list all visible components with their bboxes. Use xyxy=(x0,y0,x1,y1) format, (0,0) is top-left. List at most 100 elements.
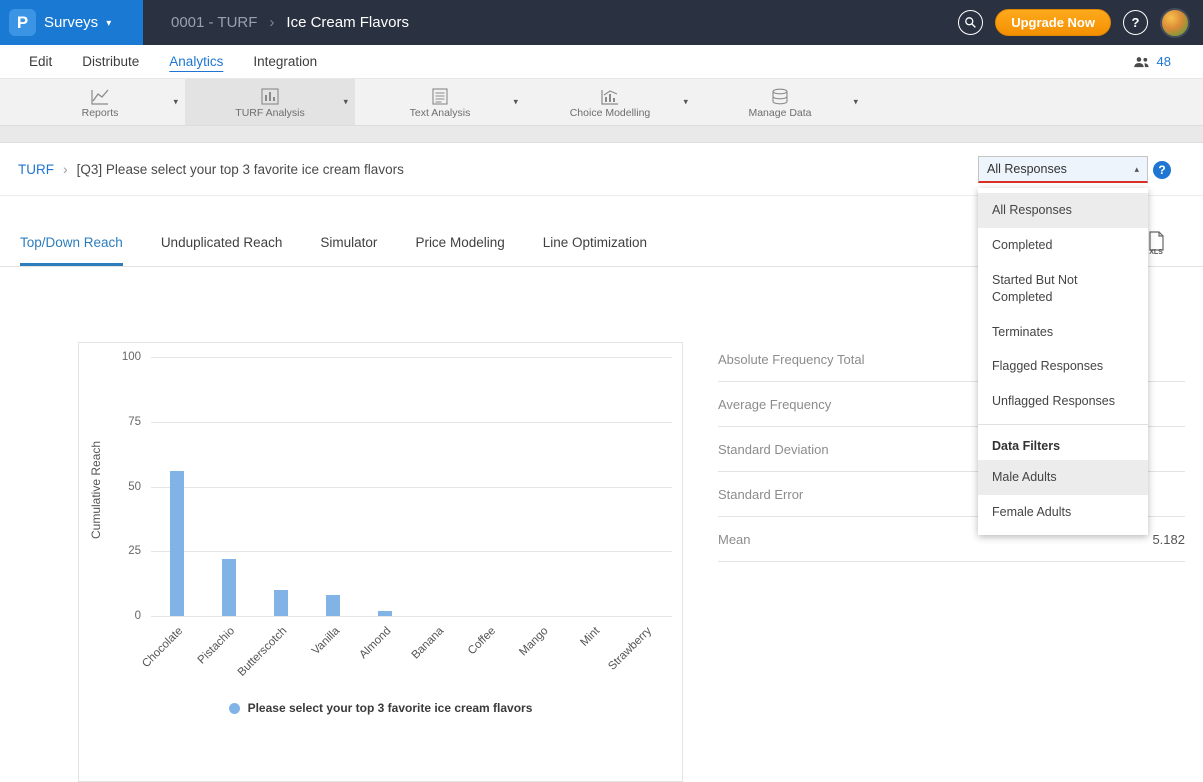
search-icon xyxy=(964,16,977,29)
x-axis-label: Coffee xyxy=(466,625,498,657)
y-tick-label: 75 xyxy=(105,416,141,428)
questionpro-logo: P xyxy=(9,9,36,36)
x-axis-label: Mango xyxy=(517,625,550,658)
x-axis-label: Pistachio xyxy=(196,625,237,666)
upgrade-now-button[interactable]: Upgrade Now xyxy=(995,9,1111,36)
survey-nav: Edit Distribute Analytics Integration 48 xyxy=(0,45,1203,79)
toolbar-item-text-analysis[interactable]: Text Analysis ▾ xyxy=(355,79,525,125)
search-button[interactable] xyxy=(958,10,983,35)
toolbar-item-reports[interactable]: Reports ▾ xyxy=(15,79,185,125)
text-analysis-caret-icon[interactable]: ▾ xyxy=(513,97,518,108)
people-icon xyxy=(1133,55,1150,69)
stat-label: Mean xyxy=(718,532,751,547)
bar-chocolate[interactable] xyxy=(170,471,184,616)
legend-dot-icon xyxy=(229,703,240,714)
tab-simulator[interactable]: Simulator xyxy=(320,235,377,266)
bar-chart-icon xyxy=(260,86,280,106)
y-tick-label: 0 xyxy=(105,610,141,622)
tab-price-modeling[interactable]: Price Modeling xyxy=(415,235,504,266)
chart-trend-icon xyxy=(600,86,620,106)
y-tick-label: 100 xyxy=(105,351,141,363)
turf-caret-icon[interactable]: ▾ xyxy=(343,97,348,108)
respondent-count: 48 xyxy=(1157,54,1171,69)
x-axis-label: Mint xyxy=(578,625,602,649)
x-axis-label: Banana xyxy=(410,625,447,662)
xls-label: XLS xyxy=(1149,249,1163,256)
chart-plot: 0255075100 xyxy=(151,357,672,616)
surveys-menu[interactable]: P Surveys ▾ xyxy=(0,0,143,45)
tab-unduplicated-reach[interactable]: Unduplicated Reach xyxy=(161,235,283,266)
export-xls-button[interactable]: XLS xyxy=(1147,231,1165,256)
topbar-breadcrumb: 0001 - TURF › Ice Cream Flavors xyxy=(171,14,409,31)
toolbar-label-choice-modelling: Choice Modelling xyxy=(570,107,651,119)
x-axis-label: Strawberry xyxy=(607,625,655,673)
chevron-down-icon: ▾ xyxy=(106,18,111,29)
x-axis-label: Vanilla xyxy=(310,625,342,657)
chevron-right-icon: › xyxy=(269,14,274,31)
choice-modelling-caret-icon[interactable]: ▾ xyxy=(683,97,688,108)
dropdown-option-terminates[interactable]: Terminates xyxy=(978,315,1148,350)
question-mark-icon: ? xyxy=(1132,15,1140,30)
database-icon xyxy=(770,86,790,106)
bar-vanilla[interactable] xyxy=(326,595,340,616)
reports-caret-icon[interactable]: ▾ xyxy=(173,97,178,108)
dropdown-option-unflagged-responses[interactable]: Unflagged Responses xyxy=(978,384,1148,419)
question-help-icon[interactable]: ? xyxy=(1153,161,1171,179)
response-filter-select[interactable]: All Responses ▴ xyxy=(978,156,1148,183)
content-divider xyxy=(0,126,1203,143)
toolbar-item-turf-analysis[interactable]: TURF Analysis ▾ xyxy=(185,79,355,125)
bar-column xyxy=(359,357,411,616)
bar-butterscotch[interactable] xyxy=(274,590,288,616)
bar-pistachio[interactable] xyxy=(222,559,236,616)
nav-item-integration[interactable]: Integration xyxy=(238,54,332,69)
manage-data-caret-icon[interactable]: ▾ xyxy=(853,97,858,108)
bar-almond[interactable] xyxy=(378,611,392,616)
tab-top-down-reach[interactable]: Top/Down Reach xyxy=(20,235,123,266)
bar-column xyxy=(151,357,203,616)
stat-label: Average Frequency xyxy=(718,397,831,412)
caret-up-icon: ▴ xyxy=(1134,164,1139,175)
nav-item-distribute[interactable]: Distribute xyxy=(67,54,154,69)
bar-column xyxy=(255,357,307,616)
respondent-count-button[interactable]: 48 xyxy=(1133,54,1189,69)
bar-column xyxy=(620,357,672,616)
dropdown-filter-male-adults[interactable]: Male Adults xyxy=(978,460,1148,495)
tab-line-optimization[interactable]: Line Optimization xyxy=(543,235,647,266)
dropdown-option-started-but-not-completed[interactable]: Started But Not Completed xyxy=(978,263,1148,315)
breadcrumb-turf-link[interactable]: TURF xyxy=(18,162,54,177)
toolbar-label-manage-data: Manage Data xyxy=(748,107,811,119)
toolbar-label-text-analysis: Text Analysis xyxy=(410,107,471,119)
y-tick-label: 50 xyxy=(105,481,141,493)
xls-file-icon xyxy=(1147,231,1165,251)
bar-column xyxy=(516,357,568,616)
dropdown-section-header: Data Filters xyxy=(978,430,1148,460)
help-button[interactable]: ? xyxy=(1123,10,1148,35)
x-axis-label: Almond xyxy=(358,625,394,661)
breadcrumb-survey-id[interactable]: 0001 - TURF xyxy=(171,14,257,31)
nav-item-edit[interactable]: Edit xyxy=(14,54,67,69)
legend-label: Please select your top 3 favorite ice cr… xyxy=(248,701,533,715)
toolbar-item-manage-data[interactable]: Manage Data ▾ xyxy=(695,79,865,125)
nav-item-analytics[interactable]: Analytics xyxy=(154,54,238,69)
topbar: P Surveys ▾ 0001 - TURF › Ice Cream Flav… xyxy=(0,0,1203,45)
dropdown-option-flagged-responses[interactable]: Flagged Responses xyxy=(978,349,1148,384)
stat-label: Absolute Frequency Total xyxy=(718,352,864,367)
dropdown-option-completed[interactable]: Completed xyxy=(978,228,1148,263)
toolbar-item-choice-modelling[interactable]: Choice Modelling ▾ xyxy=(525,79,695,125)
bar-column xyxy=(412,357,464,616)
question-title: [Q3] Please select your top 3 favorite i… xyxy=(77,162,404,177)
dropdown-option-all-responses[interactable]: All Responses xyxy=(978,193,1148,228)
topbar-actions: Upgrade Now ? xyxy=(958,8,1203,38)
response-filter-dropdown: All ResponsesCompletedStarted But Not Co… xyxy=(978,188,1148,535)
dropdown-filter-female-adults[interactable]: Female Adults xyxy=(978,495,1148,530)
turf-chart-card: Cumulative Reach 0255075100 ChocolatePis… xyxy=(78,342,683,782)
bar-column xyxy=(203,357,255,616)
breadcrumb-survey-name: Ice Cream Flavors xyxy=(286,14,409,31)
avatar[interactable] xyxy=(1160,8,1190,38)
toolbar-label-reports: Reports xyxy=(82,107,119,119)
stat-value: 5.182 xyxy=(1152,532,1185,547)
dropdown-divider xyxy=(978,424,1148,425)
analytics-toolbar: Reports ▾ TURF Analysis ▾ Text Analysis … xyxy=(0,79,1203,126)
chart-legend: Please select your top 3 favorite ice cr… xyxy=(79,701,682,715)
bar-column xyxy=(307,357,359,616)
